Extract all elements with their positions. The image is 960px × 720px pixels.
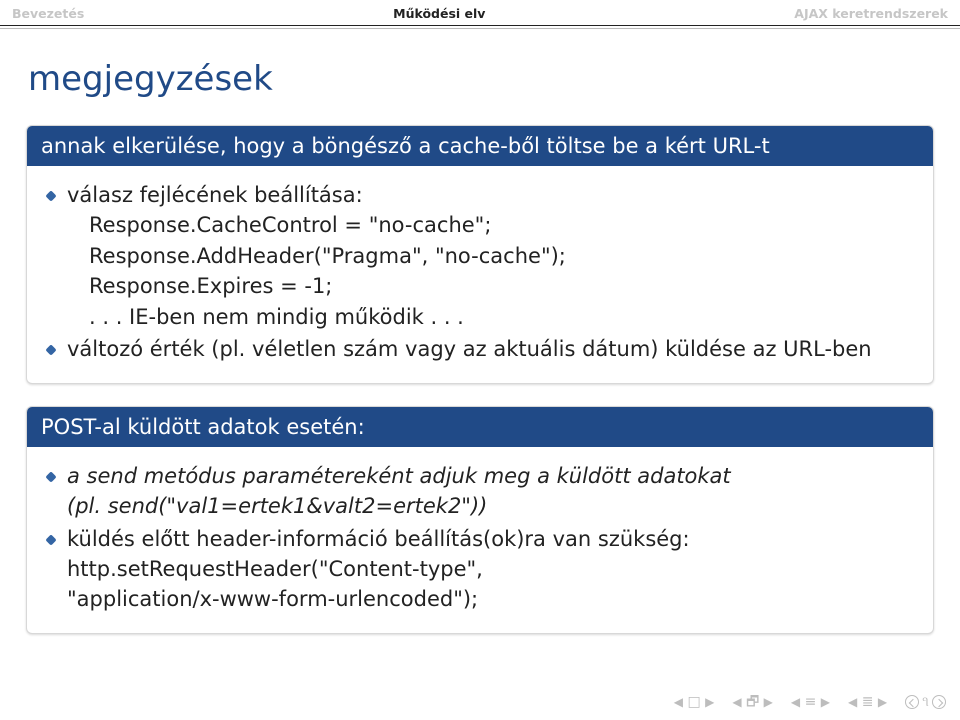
block-post-heading: POST-al küldött adatok esetén:	[27, 407, 933, 447]
nav-frame-prev[interactable]: ◀ 🗗 ▶	[732, 695, 773, 709]
block-post: POST-al küldött adatok esetén: a send me…	[26, 406, 934, 634]
divider	[0, 25, 960, 26]
block-cache: annak elkerülése, hogy a böngésző a cach…	[26, 125, 934, 384]
code-line: Response.AddHeader("Pragma", "no-cache")…	[67, 241, 915, 271]
beamer-nav: ◀ □ ▶ ◀ 🗗 ▶ ◀ ≡ ▶ ◀ ≣ ▶ ૧	[674, 694, 946, 710]
text: (pl. send("val1=ertek1&valt2=ertek2"))	[67, 494, 487, 518]
code-line: http.setRequestHeader("Content-type",	[67, 557, 483, 581]
slide-title: megjegyzések	[0, 29, 960, 125]
section-nav: Bevezetés Működési elv AJAX keretrendsze…	[0, 0, 960, 25]
nav-back[interactable]	[905, 695, 919, 709]
list-item: küldés előtt header-információ beállítás…	[45, 524, 915, 615]
text: válasz fejlécének beállítása:	[67, 183, 363, 207]
nav-section-prev[interactable]: ◀ ≣ ▶	[848, 695, 887, 709]
list-item: változó érték (pl. véletlen szám vagy az…	[45, 334, 915, 364]
list-item: a send metódus paramétereként adjuk meg …	[45, 461, 915, 522]
code-line: Response.Expires = -1;	[67, 271, 915, 301]
text: küldés előtt header-információ beállítás…	[67, 527, 690, 551]
nav-slide-prev[interactable]: ◀ □ ▶	[674, 695, 715, 709]
nav-item-intro[interactable]: Bevezetés	[12, 6, 84, 21]
nav-item-frameworks[interactable]: AJAX keretrendszerek	[794, 6, 948, 21]
text: a send metódus paramétereként adjuk meg …	[67, 464, 731, 488]
note-line: . . . IE-ben nem mindig működik . . .	[67, 302, 915, 332]
nav-subsection-prev[interactable]: ◀ ≡ ▶	[791, 695, 830, 709]
nav-item-operation[interactable]: Működési elv	[393, 6, 485, 21]
list-item: válasz fejlécének beállítása: Response.C…	[45, 180, 915, 332]
nav-forward[interactable]	[932, 695, 946, 709]
code-line: "application/x-www-form-urlencoded");	[67, 587, 478, 611]
nav-search-icon[interactable]: ૧	[922, 694, 929, 710]
code-line: Response.CacheControl = "no-cache";	[67, 210, 915, 240]
block-cache-heading: annak elkerülése, hogy a böngésző a cach…	[27, 126, 933, 166]
text: változó érték (pl. véletlen szám vagy az…	[67, 337, 872, 361]
